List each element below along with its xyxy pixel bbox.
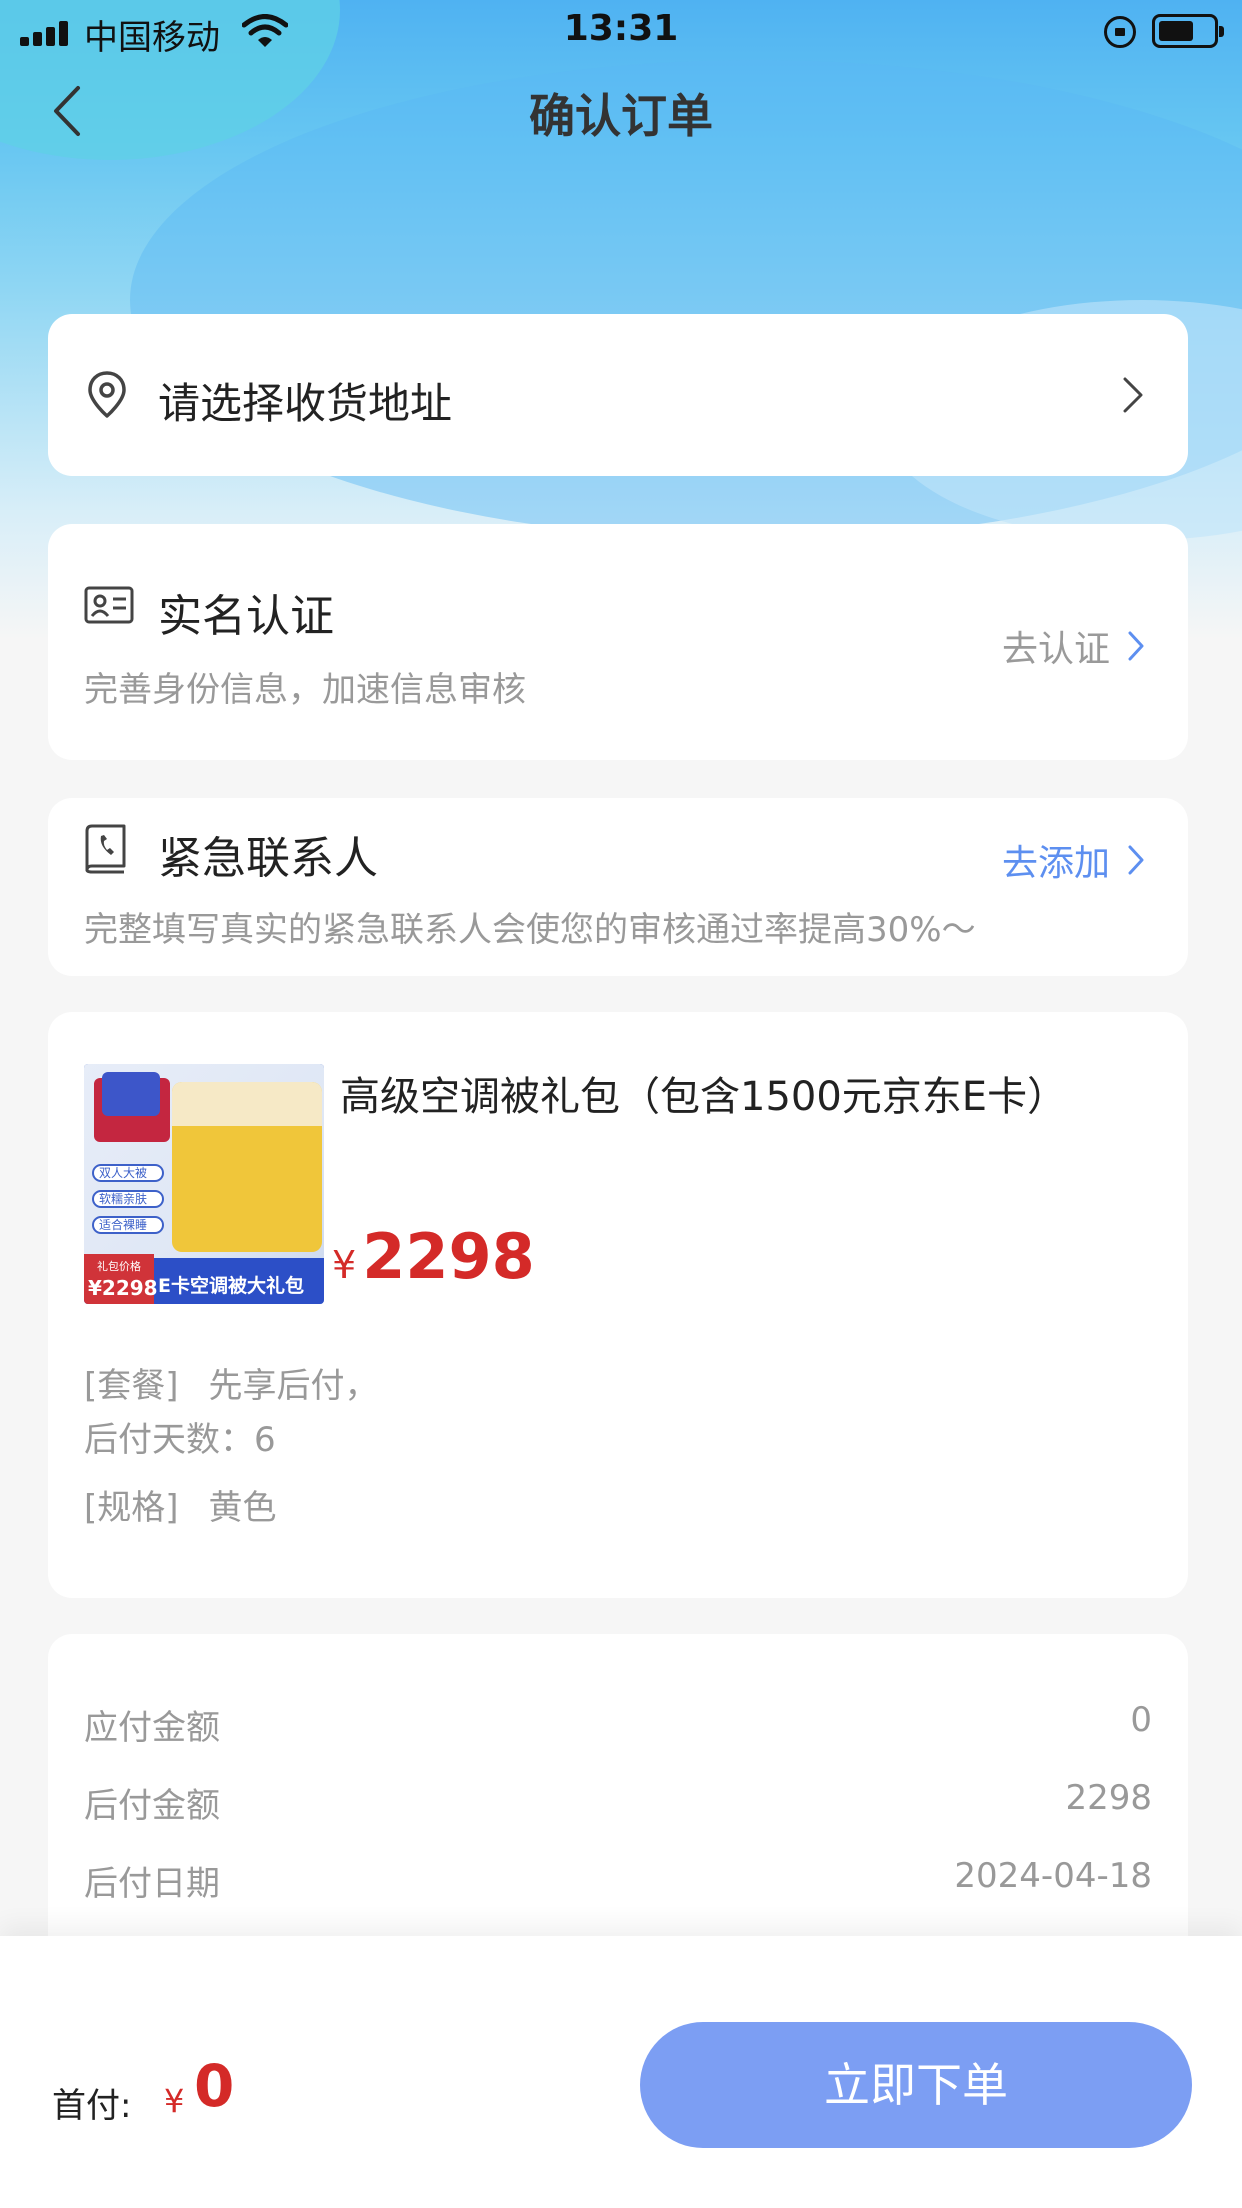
thumbnail-price: 礼包价格 ¥2298 xyxy=(84,1254,158,1304)
battery-icon xyxy=(1152,14,1224,48)
verify-button-label: 去认证 xyxy=(1001,629,1110,670)
spec-key: [规格] xyxy=(84,1488,179,1528)
add-contact-button-label: 去添加 xyxy=(1001,843,1110,884)
product-price: ¥2298 xyxy=(332,1220,535,1293)
verification-subtitle: 完善身份信息，加速信息审核 xyxy=(84,670,526,710)
emergency-contact-subtitle: 完整填写真实的紧急联系人会使您的审核通过率提高30%～ xyxy=(84,910,976,950)
spec-value: 黄色 xyxy=(208,1488,277,1528)
thumbnail-price-label: 礼包价格 xyxy=(97,1260,141,1273)
verification-title: 实名认证 xyxy=(158,591,334,642)
rotation-lock-icon xyxy=(1104,16,1136,48)
payment-row-value: 2024-04-18 xyxy=(954,1856,1152,1896)
verify-button[interactable]: 去认证 xyxy=(1002,620,1144,672)
verification-card: 实名认证 完善身份信息，加速信息审核 去认证 xyxy=(48,524,1188,760)
payment-row: 后付日期 2024-04-18 xyxy=(84,1856,1152,1906)
package-key: [套餐] xyxy=(84,1366,179,1406)
product-thumbnail[interactable]: 双人大被 软糯亲肤 适合裸睡 E卡空调被大礼包 礼包价格 ¥2298 xyxy=(84,1064,324,1304)
currency-symbol: ¥ xyxy=(164,2082,185,2120)
payment-row-value: 2298 xyxy=(1065,1778,1152,1818)
product-name: 高级空调被礼包（包含1500元京东E卡） xyxy=(340,1074,1068,1120)
payment-row-value: 0 xyxy=(1130,1700,1152,1740)
chevron-right-icon xyxy=(1123,377,1143,413)
product-card: 双人大被 软糯亲肤 适合裸睡 E卡空调被大礼包 礼包价格 ¥2298 高级空调被… xyxy=(48,1012,1188,1598)
emergency-contact-title: 紧急联系人 xyxy=(158,833,378,884)
chevron-right-icon xyxy=(1128,845,1144,875)
status-bar: 中国移动 13:31 xyxy=(0,0,1242,60)
payment-row-label: 应付金额 xyxy=(84,1708,220,1748)
payment-row: 后付金额 2298 xyxy=(84,1778,1152,1828)
submit-order-button[interactable]: 立即下单 xyxy=(640,2022,1192,2148)
deferred-days-label: 后付天数： xyxy=(84,1420,254,1460)
address-selector[interactable]: 请选择收货地址 xyxy=(48,314,1188,476)
bottom-bar: 首付: ¥ 0 立即下单 xyxy=(0,1936,1242,2208)
currency-symbol: ¥ xyxy=(332,1243,357,1287)
emergency-contact-card: 紧急联系人 完整填写真实的紧急联系人会使您的审核通过率提高30%～ 去添加 xyxy=(48,798,1188,976)
add-contact-button[interactable]: 去添加 xyxy=(1002,834,1144,886)
contact-book-icon xyxy=(85,824,126,874)
package-value: 先享后付， xyxy=(208,1366,379,1406)
thumbnail-tag: 软糯亲肤 xyxy=(92,1190,164,1208)
package-row: [套餐] 先享后付， xyxy=(84,1358,379,1407)
deferred-days-row: 后付天数：6 xyxy=(84,1412,276,1461)
down-payment-label: 首付: xyxy=(52,2086,132,2126)
payment-row-label: 后付金额 xyxy=(84,1786,220,1826)
chevron-right-icon xyxy=(1128,631,1144,661)
thumbnail-tag: 双人大被 xyxy=(92,1164,164,1182)
id-card-icon xyxy=(84,586,134,624)
spec-row: [规格] 黄色 xyxy=(84,1480,277,1529)
product-price-value: 2298 xyxy=(362,1220,535,1293)
down-payment-value: 0 xyxy=(194,2052,235,2120)
payment-row: 应付金额 0 xyxy=(84,1700,1152,1750)
thumbnail-banner: E卡空调被大礼包 xyxy=(158,1275,304,1297)
thumbnail-price-value: ¥2298 xyxy=(88,1276,158,1300)
status-time: 13:31 xyxy=(563,8,679,49)
address-placeholder: 请选择收货地址 xyxy=(158,379,453,428)
location-pin-icon xyxy=(88,371,126,418)
thumbnail-tag: 适合裸睡 xyxy=(92,1216,164,1234)
page-title: 确认订单 xyxy=(529,89,713,143)
deferred-days-value: 6 xyxy=(254,1420,276,1460)
payment-row-label: 后付日期 xyxy=(84,1864,220,1904)
